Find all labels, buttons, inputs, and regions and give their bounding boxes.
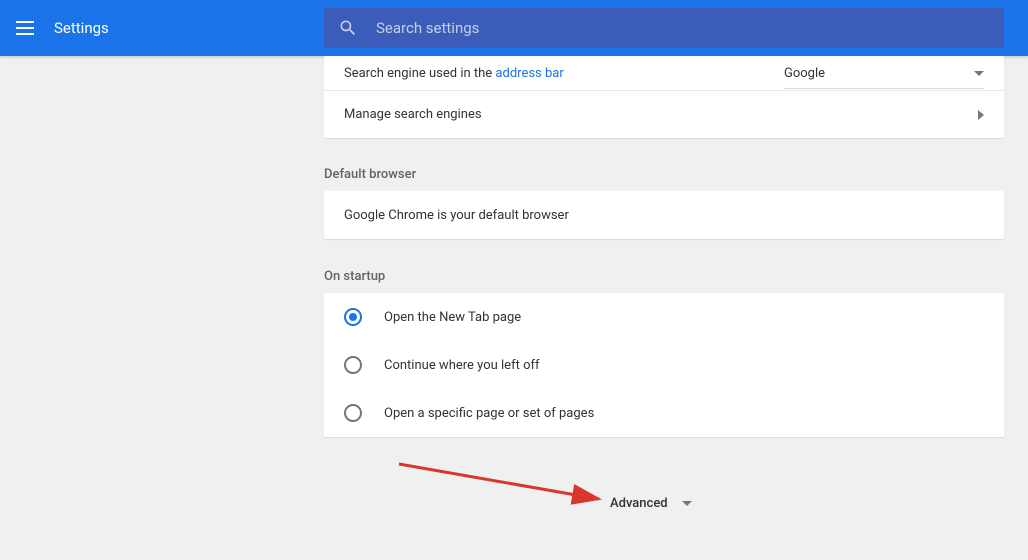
manage-search-engines-row[interactable]: Manage search engines xyxy=(324,90,1004,138)
default-browser-section-title: Default browser xyxy=(324,167,416,182)
startup-option-continue[interactable]: Continue where you left off xyxy=(324,341,1004,389)
radio-button[interactable] xyxy=(344,404,362,422)
hamburger-menu-icon[interactable] xyxy=(16,16,40,40)
search-bar[interactable] xyxy=(324,8,1004,48)
annotation-arrow xyxy=(394,459,614,507)
chevron-down-icon xyxy=(974,71,984,76)
startup-option-newtab[interactable]: Open the New Tab page xyxy=(324,293,1004,341)
search-engine-dropdown[interactable]: Google xyxy=(784,66,984,81)
search-engine-label-text: Search engine used in the xyxy=(344,66,495,81)
search-icon xyxy=(338,18,358,38)
chevron-down-icon xyxy=(682,501,692,506)
search-engine-card: Search engine used in the address bar Go… xyxy=(324,56,1004,138)
radio-button[interactable] xyxy=(344,356,362,374)
startup-card: Open the New Tab page Continue where you… xyxy=(324,293,1004,437)
address-bar-link[interactable]: address bar xyxy=(495,66,563,81)
manage-search-engines-label: Manage search engines xyxy=(344,107,978,122)
default-browser-status: Google Chrome is your default browser xyxy=(344,208,984,223)
search-engine-row: Search engine used in the address bar Go… xyxy=(324,56,1004,90)
radio-button-selected[interactable] xyxy=(344,308,362,326)
search-engine-value: Google xyxy=(784,66,825,81)
startup-option-label: Open the New Tab page xyxy=(384,310,521,325)
advanced-label: Advanced xyxy=(610,496,668,511)
advanced-button[interactable]: Advanced xyxy=(610,496,692,511)
startup-section-title: On startup xyxy=(324,269,385,284)
search-engine-label: Search engine used in the address bar xyxy=(344,66,784,81)
startup-option-label: Continue where you left off xyxy=(384,358,540,373)
header: Settings xyxy=(0,0,1028,56)
chevron-right-icon xyxy=(978,110,984,120)
default-browser-row: Google Chrome is your default browser xyxy=(324,191,1004,239)
startup-option-label: Open a specific page or set of pages xyxy=(384,406,594,421)
default-browser-card: Google Chrome is your default browser xyxy=(324,191,1004,239)
search-input[interactable] xyxy=(376,19,990,37)
page-title: Settings xyxy=(54,19,109,37)
startup-option-specific[interactable]: Open a specific page or set of pages xyxy=(324,389,1004,437)
